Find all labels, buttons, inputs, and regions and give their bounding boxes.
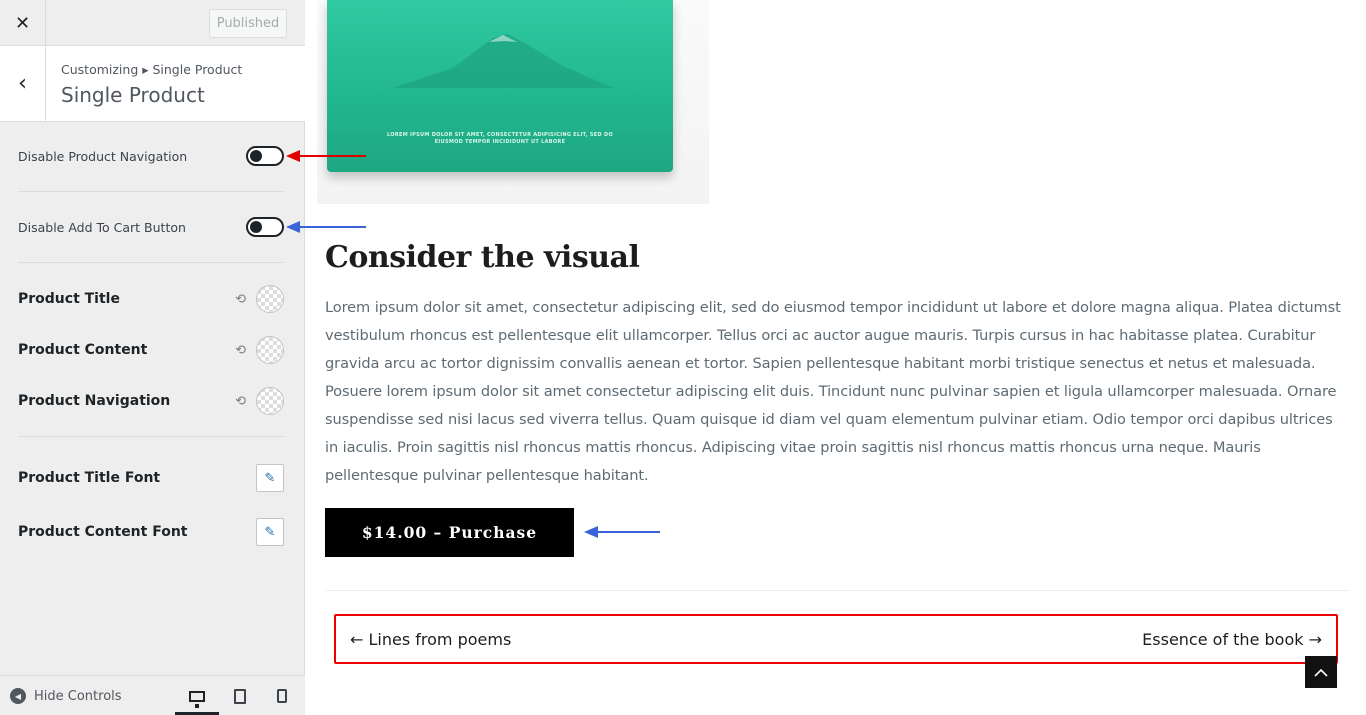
divider <box>18 191 284 192</box>
color-swatch[interactable] <box>256 285 284 313</box>
toggle-row-product-navigation: Disable Product Navigation <box>18 146 284 166</box>
color-row-product-navigation: Product Navigation ⟲ <box>18 387 284 415</box>
color-swatch[interactable] <box>256 387 284 415</box>
color-label: Product Content <box>18 342 148 358</box>
font-label: Product Content Font <box>18 524 188 540</box>
font-row-product-title: Product Title Font ✎ <box>18 464 284 492</box>
customizer-topbar: ✕ Published <box>0 0 305 46</box>
desktop-icon <box>189 691 205 708</box>
purchase-button[interactable]: $14.00 – Purchase <box>325 508 574 557</box>
pencil-icon[interactable]: ✎ <box>256 464 284 492</box>
toggle-knob <box>250 150 262 162</box>
product-navigation: ← Lines from poems Essence of the book → <box>334 614 1338 664</box>
toggle-knob <box>250 221 262 233</box>
published-button[interactable]: Published <box>209 9 287 38</box>
section-header: ‹ Customizing ▸ Single Product Single Pr… <box>0 46 305 122</box>
font-row-product-content: Product Content Font ✎ <box>18 518 284 546</box>
mobile-preview-button[interactable] <box>270 684 294 708</box>
color-row-product-title: Product Title ⟲ <box>18 285 284 313</box>
blue-arrow-annotation <box>286 221 366 233</box>
toggle-label: Disable Product Navigation <box>18 148 188 164</box>
close-icon[interactable]: ✕ <box>0 0 46 46</box>
toggle-label: Disable Add To Cart Button <box>18 219 186 235</box>
font-label: Product Title Font <box>18 470 161 486</box>
divider <box>325 590 1349 591</box>
pencil-icon[interactable]: ✎ <box>256 518 284 546</box>
disable-add-to-cart-toggle[interactable] <box>246 217 284 237</box>
scroll-to-top-button[interactable] <box>1305 656 1337 688</box>
product-description: Lorem ipsum dolor sit amet, consectetur … <box>325 299 1341 484</box>
toggle-row-add-to-cart: Disable Add To Cart Button <box>18 217 284 237</box>
hide-controls-button[interactable]: ◀ Hide Controls <box>10 688 122 704</box>
reset-icon[interactable]: ⟲ <box>235 343 246 358</box>
book-cover-text: LOREM IPSUM DOLOR SIT AMET, CONSECTETUR … <box>386 132 613 145</box>
disable-product-navigation-toggle[interactable] <box>246 146 284 166</box>
color-label: Product Navigation <box>18 393 171 409</box>
product-heading: Consider the visual <box>325 240 640 275</box>
customizer-footer: ◀ Hide Controls <box>0 675 305 715</box>
tablet-preview-button[interactable] <box>228 684 252 708</box>
red-arrow-annotation <box>286 150 366 162</box>
breadcrumb: Customizing ▸ Single Product <box>61 62 243 77</box>
mobile-icon <box>277 689 287 703</box>
hide-controls-label: Hide Controls <box>34 688 122 704</box>
divider <box>18 262 284 263</box>
blue-arrow-annotation <box>584 526 660 538</box>
chevron-up-icon <box>1314 668 1328 677</box>
reset-icon[interactable]: ⟲ <box>235 394 246 409</box>
next-product-link[interactable]: Essence of the book → <box>1142 630 1322 649</box>
chevron-left-icon[interactable]: ‹ <box>0 46 46 121</box>
desktop-preview-button[interactable] <box>175 681 219 715</box>
collapse-icon: ◀ <box>10 688 26 704</box>
reset-icon[interactable]: ⟲ <box>235 292 246 307</box>
prev-product-link[interactable]: ← Lines from poems <box>350 630 511 649</box>
divider <box>18 436 284 437</box>
color-swatch[interactable] <box>256 336 284 364</box>
color-row-product-content: Product Content ⟲ <box>18 336 284 364</box>
product-image: LOREM IPSUM DOLOR SIT AMET, CONSECTETUR … <box>327 0 673 172</box>
section-title: Single Product <box>61 83 205 107</box>
mountain-graphic <box>393 34 613 88</box>
customizer-sidebar: ✕ Published ‹ Customizing ▸ Single Produ… <box>0 0 305 715</box>
color-label: Product Title <box>18 291 120 307</box>
tablet-icon <box>234 688 246 704</box>
